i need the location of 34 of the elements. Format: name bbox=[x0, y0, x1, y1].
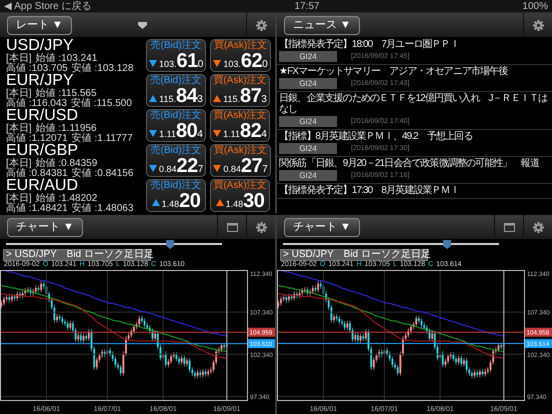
source-tag: GI24 bbox=[279, 51, 337, 62]
day-label: [本日] bbox=[6, 54, 32, 64]
day-label: [本日] bbox=[6, 124, 32, 134]
currency-pair: EUR/USD bbox=[6, 108, 78, 122]
day-label: [本日] bbox=[6, 194, 32, 204]
battery-level: 100% bbox=[522, 0, 548, 12]
low-price: 安値 :1.48063 bbox=[72, 204, 134, 213]
low-price: 安値 :103.128 bbox=[72, 64, 134, 74]
chart-title: > USD/JPY Bid ローソク足日足 bbox=[280, 249, 428, 261]
day-label: [本日] bbox=[6, 88, 32, 98]
high-price: 高値 :116.043 bbox=[6, 98, 67, 108]
source-tag: GI24 bbox=[279, 116, 337, 127]
open-price: 始値 :0.84359 bbox=[36, 158, 98, 168]
high-price: 高値 :1.48421 bbox=[6, 204, 68, 213]
day-label: [本日] bbox=[6, 158, 32, 168]
source-tag: GI24 bbox=[279, 170, 337, 181]
open-price: 始値 :115.565 bbox=[36, 88, 97, 98]
low-price: 安値 :0.84156 bbox=[72, 168, 134, 178]
open-price: 始値 :1.11956 bbox=[36, 124, 97, 134]
currency-pair: USD/JPY bbox=[6, 38, 75, 52]
open-price: 始値 :1.48202 bbox=[36, 194, 98, 204]
currency-pair: EUR/AUD bbox=[6, 178, 78, 192]
high-price: 高値 :1.12071 bbox=[6, 134, 68, 144]
low-price: 安値 :115.500 bbox=[70, 98, 132, 108]
high-price: 高値 :0.84381 bbox=[6, 168, 68, 178]
low-price: 安値 :1.11777 bbox=[72, 134, 133, 144]
high-price: 高値 :103.705 bbox=[6, 64, 68, 74]
currency-pair: EUR/GBP bbox=[6, 142, 78, 158]
open-price: 始値 :103.241 bbox=[36, 54, 98, 64]
source-tag: GI24 bbox=[279, 143, 337, 154]
status-time: 17:57 bbox=[294, 0, 320, 12]
source-tag: GI24 bbox=[279, 78, 337, 89]
currency-pair: EUR/JPY bbox=[6, 72, 74, 88]
chart-title: > USD/JPY Bid ローソク足日足 bbox=[3, 249, 151, 261]
